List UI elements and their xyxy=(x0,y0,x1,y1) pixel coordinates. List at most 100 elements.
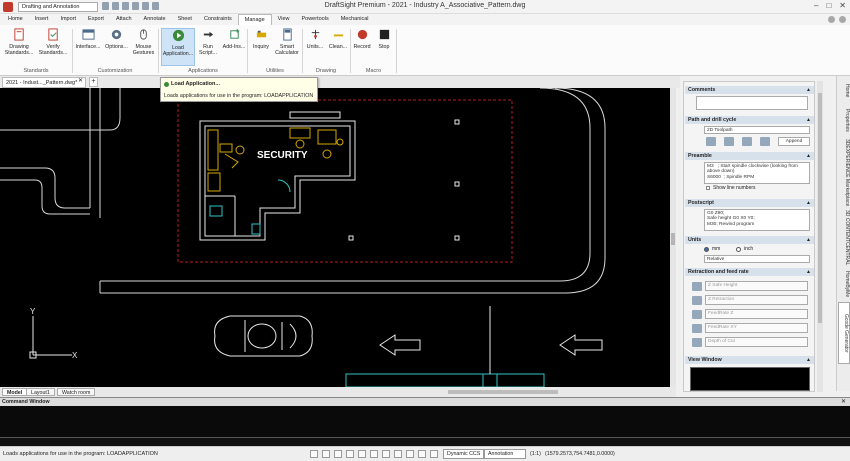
options-button[interactable]: Options... xyxy=(104,28,129,66)
smart-calculator-button[interactable]: Smart Calculator xyxy=(274,28,300,66)
command-input[interactable] xyxy=(0,437,850,446)
snap-icon[interactable] xyxy=(310,450,318,458)
panel-scrollbar[interactable] xyxy=(817,81,823,392)
canvas-horizontal-scrollbar[interactable] xyxy=(448,390,558,394)
drawing-standards-button[interactable]: Drawing Standards... xyxy=(3,28,35,66)
tab-manage[interactable]: Manage xyxy=(237,14,272,25)
side-tab-properties[interactable]: Properties xyxy=(838,104,850,136)
lineweight-icon[interactable] xyxy=(382,450,390,458)
tab-annotate[interactable]: Annotate xyxy=(138,14,172,25)
depth-of-cut-field[interactable]: Depth of Cut xyxy=(705,337,808,347)
section-preamble[interactable]: Preamble ▲ xyxy=(685,152,814,160)
feedrate-xy-field[interactable]: FeedRate XY xyxy=(705,323,808,333)
section-units[interactable]: Units ▲ xyxy=(685,236,814,244)
stop-button[interactable]: Stop xyxy=(374,28,394,66)
postscript-textarea[interactable]: G0 Z90; Safe height G0 X0 Y0; M30; Rewin… xyxy=(704,209,810,231)
show-line-numbers-checkbox[interactable] xyxy=(706,186,710,190)
help-icon[interactable] xyxy=(828,16,835,23)
group-label-standards: Standards xyxy=(23,68,49,74)
document-tab[interactable]: 2021 - Indust..._Pattern.dwg* xyxy=(2,77,86,88)
workspace-icon[interactable] xyxy=(430,450,438,458)
close-icon[interactable]: ✕ xyxy=(78,77,83,84)
unit-inch-radio[interactable] xyxy=(736,247,741,252)
side-tab-gcode-generator[interactable]: Gcode Generator xyxy=(838,302,850,364)
minimize-icon[interactable]: – xyxy=(814,1,818,10)
canvas-vertical-scrollbar[interactable] xyxy=(670,88,676,387)
close-icon[interactable]: ✕ xyxy=(841,398,846,405)
collapse-icon[interactable]: ▲ xyxy=(806,199,811,207)
side-tab-contentcentral[interactable]: 3D CONTENTCENTRAL xyxy=(838,210,850,266)
unit-mm-radio[interactable] xyxy=(704,247,709,252)
maximize-icon[interactable]: □ xyxy=(826,1,831,10)
load-application-button[interactable]: Load Application... xyxy=(161,28,195,66)
relative-select[interactable]: Relative xyxy=(704,255,810,263)
side-tab-home[interactable]: Home xyxy=(838,80,850,102)
record-button[interactable]: Record xyxy=(352,28,372,66)
grid-icon[interactable] xyxy=(322,450,330,458)
info-icon[interactable] xyxy=(839,16,846,23)
tab-watch-room[interactable]: Watch room xyxy=(57,388,96,396)
dynamic-ccs-button[interactable]: Dynamic CCS xyxy=(443,449,485,459)
collapse-icon[interactable]: ▲ xyxy=(806,356,811,364)
append-button[interactable]: Append xyxy=(778,137,810,146)
selection-icon[interactable] xyxy=(406,450,414,458)
z-safe-height-field[interactable]: Z Safe Height xyxy=(705,281,808,291)
collapse-icon[interactable]: ▲ xyxy=(806,268,811,276)
tab-attach[interactable]: Attach xyxy=(110,14,138,25)
toolpath-select[interactable]: 2D Toolpath xyxy=(704,126,810,134)
units-button[interactable]: Units... xyxy=(304,28,326,66)
new-document-button[interactable]: + xyxy=(89,77,98,87)
tab-layout1[interactable]: Layout1 xyxy=(26,388,55,396)
collapse-icon[interactable]: ▲ xyxy=(806,236,811,244)
scroll-thumb[interactable] xyxy=(671,233,675,245)
collapse-icon[interactable]: ▲ xyxy=(806,116,811,124)
etrack-icon[interactable] xyxy=(370,450,378,458)
section-view-window[interactable]: View Window ▲ xyxy=(685,356,814,364)
interface-button[interactable]: Interface... xyxy=(74,28,102,66)
feedrate-z-field[interactable]: FeedRate Z xyxy=(705,309,808,319)
gear-icon[interactable] xyxy=(706,137,716,146)
section-postscript[interactable]: Postscript ▲ xyxy=(685,199,814,207)
transparency-icon[interactable] xyxy=(418,450,426,458)
preamble-textarea[interactable]: M3 ; Start spindle clockwise (looking fr… xyxy=(704,162,810,184)
save-icon[interactable] xyxy=(742,137,752,146)
add-ins-button[interactable]: Add-Ins... xyxy=(221,28,247,66)
side-tab-homebyme[interactable]: HomeByMe xyxy=(838,268,850,300)
tab-powertools[interactable]: Powertools xyxy=(295,14,334,25)
section-comments[interactable]: Comments ▲ xyxy=(685,86,814,94)
mouse-gestures-button[interactable]: Mouse Gestures xyxy=(131,28,156,66)
view-window-preview[interactable] xyxy=(690,367,810,391)
close-icon[interactable]: ✕ xyxy=(839,1,846,10)
drawing-canvas[interactable]: SECURITY Y X xyxy=(0,88,670,387)
esnap-icon[interactable] xyxy=(358,450,366,458)
folder-icon[interactable] xyxy=(724,137,734,146)
tab-home[interactable]: Home xyxy=(2,14,29,25)
tab-export[interactable]: Export xyxy=(82,14,110,25)
section-title: Retraction and feed rate xyxy=(688,269,749,275)
ortho-icon[interactable] xyxy=(334,450,342,458)
tab-model[interactable]: Model xyxy=(2,388,28,396)
inquiry-button[interactable]: Inquiry xyxy=(249,28,273,66)
tab-view[interactable]: View xyxy=(272,14,296,25)
section-path[interactable]: Path and drill cycle ▲ xyxy=(685,116,814,124)
z-retraction-field[interactable]: Z Retraction xyxy=(705,295,808,305)
section-retraction[interactable]: Retraction and feed rate ▲ xyxy=(685,268,814,276)
help-icon[interactable] xyxy=(760,137,770,146)
tab-sheet[interactable]: Sheet xyxy=(172,14,198,25)
clean-button[interactable]: Clean... xyxy=(327,28,349,66)
verify-standards-button[interactable]: Verify Standards... xyxy=(37,28,69,66)
comments-field[interactable] xyxy=(696,96,808,110)
tab-import[interactable]: Import xyxy=(54,14,82,25)
tab-constraints[interactable]: Constraints xyxy=(198,14,238,25)
section-title: Comments xyxy=(688,87,716,93)
collapse-icon[interactable]: ▲ xyxy=(806,152,811,160)
quick-input-icon[interactable] xyxy=(394,450,402,458)
polar-icon[interactable] xyxy=(346,450,354,458)
tab-insert[interactable]: Insert xyxy=(29,14,55,25)
tab-mechanical[interactable]: Mechanical xyxy=(335,14,375,25)
collapse-icon[interactable]: ▲ xyxy=(806,86,811,94)
scroll-thumb[interactable] xyxy=(818,93,822,323)
side-tab-marketplace[interactable]: 3DEXPERIENCE Marketplace xyxy=(838,138,850,208)
annotation-select[interactable]: Annotation xyxy=(484,449,526,459)
run-script-button[interactable]: Run Script... xyxy=(196,28,220,66)
